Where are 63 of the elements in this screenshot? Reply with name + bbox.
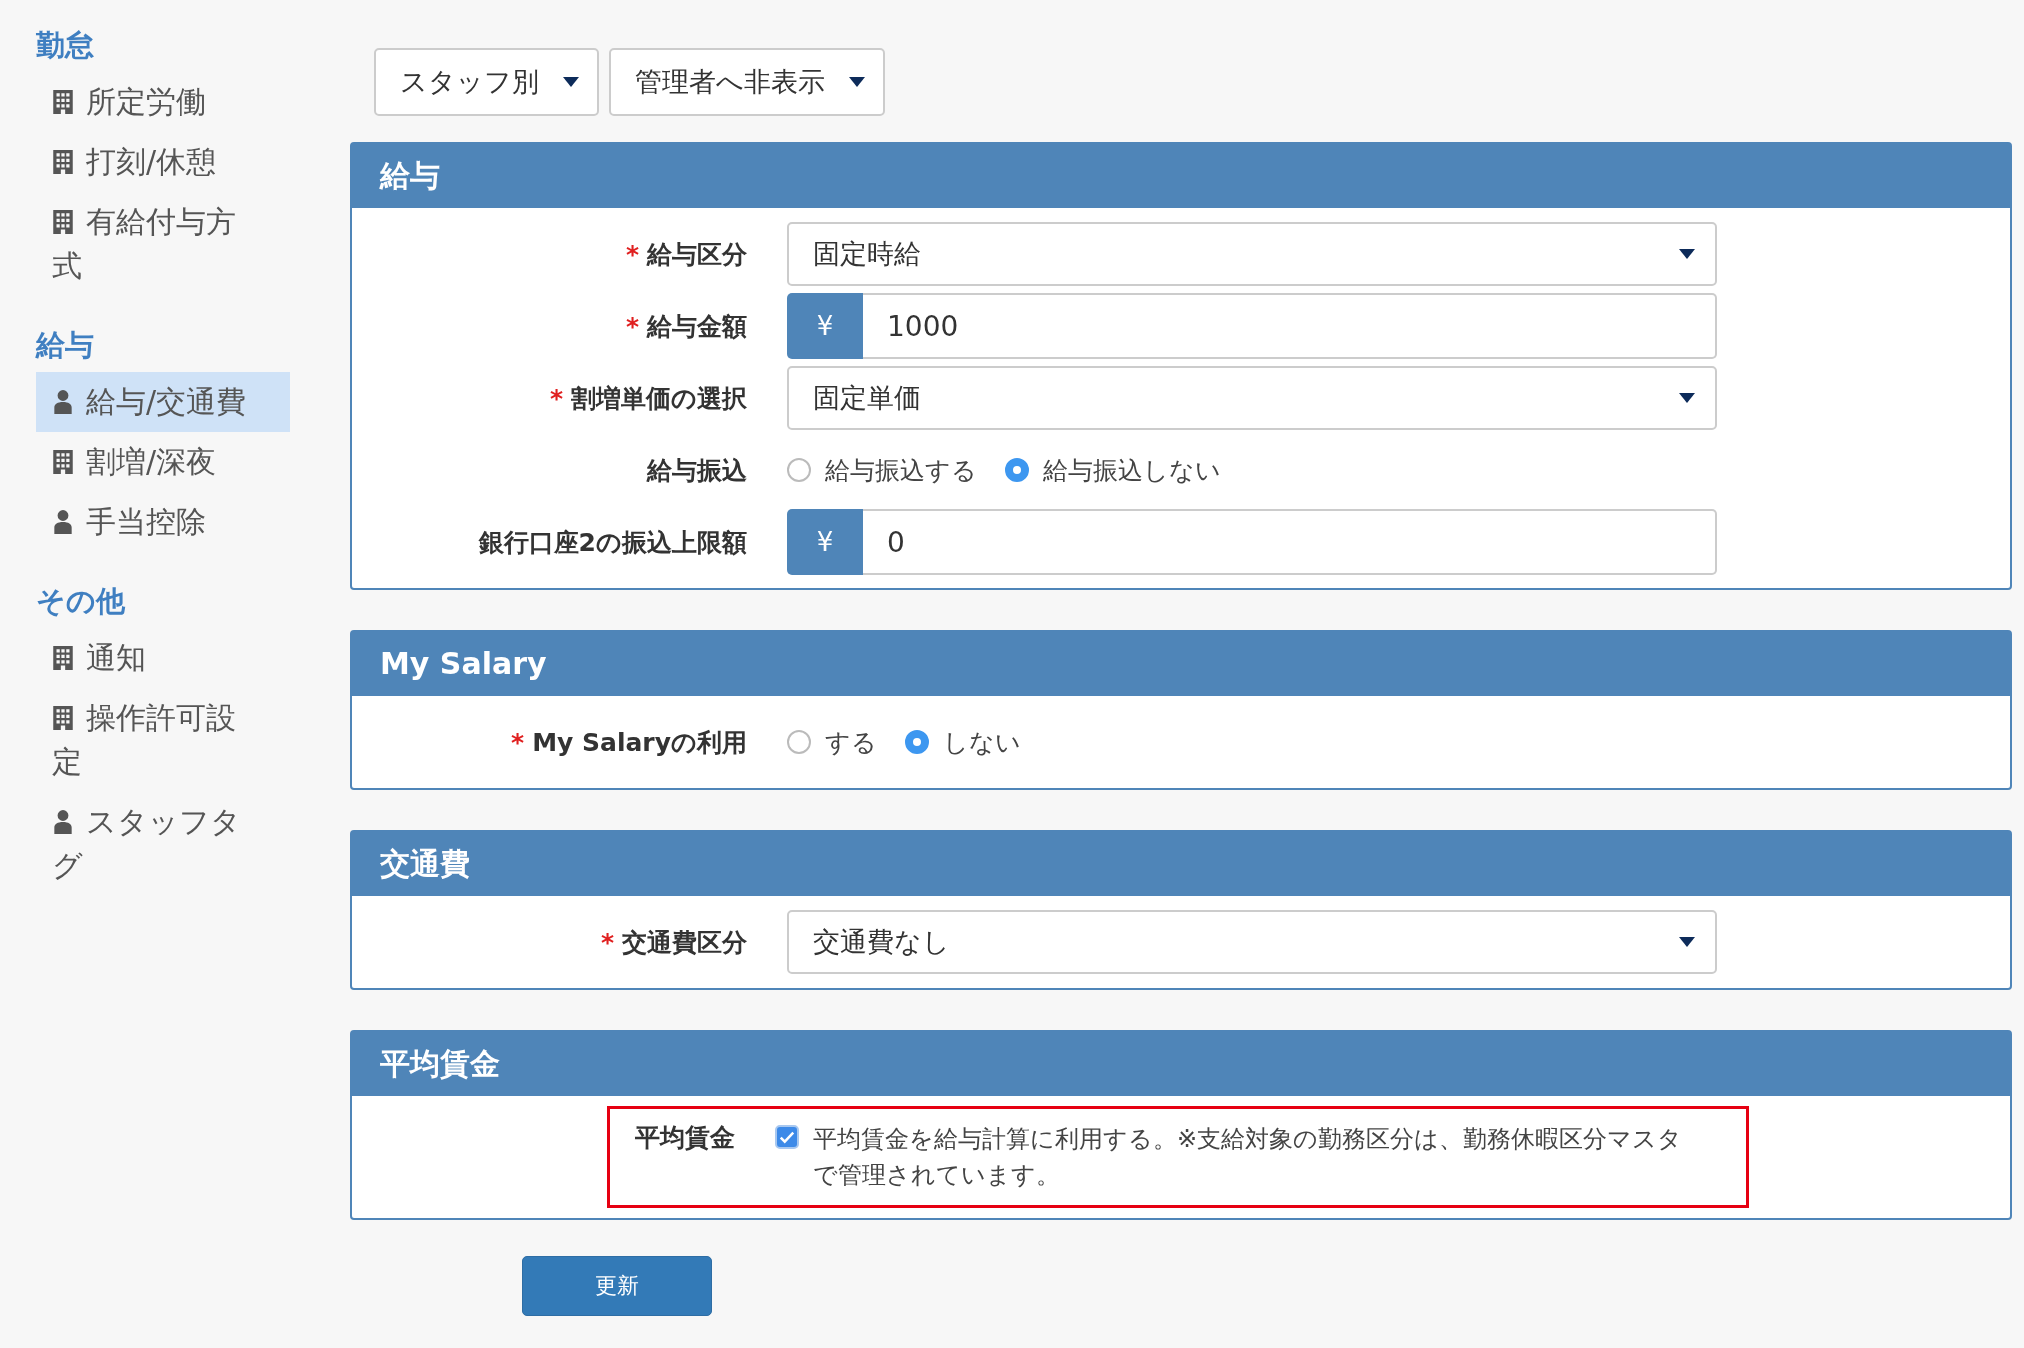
required-mark: * [625, 239, 639, 269]
building-icon [52, 209, 74, 235]
building-icon [52, 89, 74, 115]
panel-title: 交通費 [352, 832, 2010, 896]
update-button[interactable]: 更新 [522, 1256, 712, 1316]
sidebar-item[interactable]: 打刻/休憩 [36, 132, 290, 192]
select-field[interactable]: 固定時給 [787, 222, 1717, 286]
panel-title: 平均賃金 [352, 1032, 2010, 1096]
amount-field[interactable]: 0 [863, 509, 1717, 575]
field-label: 給与金額 [647, 311, 747, 341]
sidebar-heading: 勤怠 [36, 27, 95, 64]
radio-option[interactable]: する [787, 725, 877, 759]
radio-option[interactable]: 給与振込する [787, 453, 977, 487]
sidebar-item[interactable]: スタッフタグ [36, 792, 290, 896]
building-icon [52, 705, 74, 731]
sidebar-item[interactable]: 通知 [36, 628, 290, 688]
field-label: 給与区分 [647, 239, 747, 269]
sidebar-item[interactable]: 給与/交通費 [36, 372, 290, 432]
required-mark: * [549, 383, 563, 413]
checkbox[interactable] [775, 1125, 799, 1149]
panel-title: My Salary [352, 632, 2010, 696]
required-mark: * [600, 927, 614, 957]
radio-option[interactable]: しない [905, 725, 1021, 759]
currency-addon: ¥ [787, 509, 863, 575]
field-label: My Salaryの利用 [532, 727, 747, 757]
select-field[interactable]: 固定単価 [787, 366, 1717, 430]
sidebar-item[interactable]: 有給付与方式 [36, 192, 290, 296]
checkbox-label: 平均賃金を給与計算に利用する。※支給対象の勤務区分は、勤務休暇区分マスタで管理されています。 [813, 1124, 1683, 1191]
sidebar-item[interactable]: 割増/深夜 [36, 432, 290, 492]
field-label: 銀行口座2の振込上限額 [478, 527, 747, 557]
field-label: 平均賃金 [635, 1123, 735, 1152]
caret-icon [1679, 393, 1695, 403]
caret-icon [849, 77, 865, 87]
field-label: 給与振込 [647, 455, 747, 485]
person-icon [52, 809, 74, 835]
radio-button[interactable] [905, 730, 929, 754]
filter-dropdown[interactable]: 管理者へ非表示 [609, 48, 885, 116]
person-icon [52, 509, 74, 535]
required-mark: * [625, 311, 639, 341]
required-mark: * [511, 727, 525, 757]
caret-icon [1679, 937, 1695, 947]
sidebar-item[interactable]: 所定労働 [36, 72, 290, 132]
select-field[interactable]: 交通費なし [787, 910, 1717, 974]
currency-addon: ¥ [787, 293, 863, 359]
sidebar-item[interactable]: 操作許可設定 [36, 688, 290, 792]
panel-title: 給与 [352, 144, 2010, 208]
person-icon [52, 389, 74, 415]
sidebar-heading: 給与 [36, 327, 95, 364]
radio-button[interactable] [787, 730, 811, 754]
sidebar-heading: その他 [36, 583, 126, 620]
caret-icon [563, 77, 579, 87]
building-icon [52, 449, 74, 475]
building-icon [52, 149, 74, 175]
radio-option[interactable]: 給与振込しない [1005, 453, 1221, 487]
radio-button[interactable] [1005, 458, 1029, 482]
amount-field[interactable]: 1000 [863, 293, 1717, 359]
field-label: 割増単価の選択 [571, 383, 747, 413]
field-label: 交通費区分 [622, 927, 747, 957]
caret-icon [1679, 249, 1695, 259]
radio-button[interactable] [787, 458, 811, 482]
filter-dropdown[interactable]: スタッフ別 [374, 48, 599, 116]
building-icon [52, 645, 74, 671]
sidebar-item[interactable]: 手当控除 [36, 492, 290, 552]
